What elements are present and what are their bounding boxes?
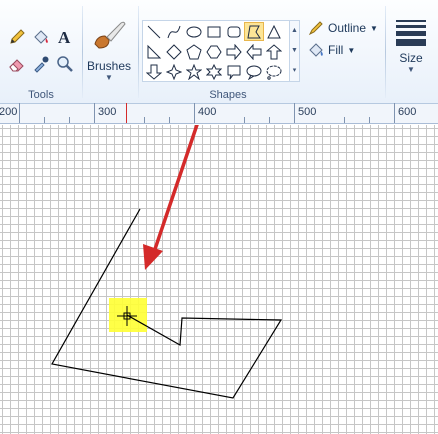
tools-group-label: Tools <box>28 89 54 101</box>
ruler-tick <box>144 117 145 123</box>
color-picker-icon[interactable] <box>30 53 52 75</box>
ruler-tick <box>19 103 20 123</box>
pencil-icon[interactable] <box>6 26 28 48</box>
svg-text:A: A <box>58 28 71 46</box>
fill-button[interactable]: Fill ▼ <box>308 40 355 60</box>
magnifier-icon[interactable] <box>54 53 76 75</box>
expand-gallery-icon[interactable]: ▾ <box>290 61 299 81</box>
pentagon-icon[interactable] <box>184 42 204 61</box>
curve-icon[interactable] <box>164 22 184 41</box>
ruler-label: 200 <box>0 106 18 118</box>
oval-callout-icon[interactable] <box>244 62 264 81</box>
ruler-tick <box>269 117 270 123</box>
chevron-down-icon: ▼ <box>105 73 113 82</box>
fill-label: Fill <box>328 43 344 57</box>
ruler-label: 600 <box>398 106 417 118</box>
ruler-tick <box>94 103 95 123</box>
ruler-label: 500 <box>298 106 317 118</box>
up-arrow-icon[interactable] <box>264 42 284 61</box>
fill-bucket-icon <box>309 43 323 57</box>
left-arrow-icon[interactable] <box>244 42 264 61</box>
rounded-rectangle-icon[interactable] <box>224 22 244 41</box>
ruler-tick <box>294 103 295 123</box>
right-arrow-icon[interactable] <box>224 42 244 61</box>
chevron-down-icon: ▼ <box>347 45 356 55</box>
oval-icon[interactable] <box>184 22 204 41</box>
hexagon-icon[interactable] <box>204 42 224 61</box>
five-point-star-icon[interactable] <box>184 62 204 81</box>
shapes-scrollbar[interactable]: ▲ ▼ ▾ <box>290 20 300 82</box>
line-icon[interactable] <box>144 22 164 41</box>
outline-label: Outline <box>328 21 367 35</box>
outline-button[interactable]: Outline ▼ <box>308 18 378 38</box>
brushes-label: Brushes <box>86 59 132 73</box>
tools-group: A Tools <box>0 0 82 104</box>
shapes-gallery <box>142 20 290 82</box>
brush-icon <box>94 21 126 49</box>
ruler-tick <box>244 117 245 123</box>
drawing-canvas[interactable] <box>0 125 438 434</box>
polygon-icon[interactable] <box>244 22 264 41</box>
separator <box>82 6 83 98</box>
chevron-down-icon: ▼ <box>370 23 378 33</box>
size-label: Size <box>399 51 423 65</box>
rectangle-icon[interactable] <box>204 22 224 41</box>
ruler-tick <box>369 117 370 123</box>
triangle-icon[interactable] <box>264 22 284 41</box>
ruler-tick <box>394 103 395 123</box>
ruler-tick <box>69 117 70 123</box>
canvas-drawing <box>51 125 283 399</box>
separator <box>385 6 386 98</box>
ruler-label: 400 <box>198 106 217 118</box>
down-arrow-icon[interactable] <box>144 62 164 81</box>
scroll-up-icon[interactable]: ▲ <box>290 21 299 41</box>
ruler-tick <box>169 117 170 123</box>
size-button[interactable]: Size ▼ <box>393 20 429 84</box>
fill-icon[interactable] <box>30 26 52 48</box>
shapes-group-label: Shapes <box>209 89 247 101</box>
ruler-tick <box>194 103 195 123</box>
horizontal-ruler: 200 300 400 500 600 <box>0 103 438 124</box>
annotation-arrow <box>143 125 199 270</box>
text-icon[interactable]: A <box>54 26 76 48</box>
four-point-star-icon[interactable] <box>164 62 184 81</box>
ruler-cursor-marker <box>126 103 127 123</box>
scroll-down-icon[interactable]: ▼ <box>290 41 299 61</box>
chevron-down-icon: ▼ <box>407 65 415 74</box>
polygon-shape <box>51 208 283 399</box>
ruler-tick <box>44 117 45 123</box>
eraser-icon[interactable] <box>6 53 28 75</box>
ruler-label: 300 <box>98 106 117 118</box>
outline-brush-icon <box>308 21 323 36</box>
right-triangle-icon[interactable] <box>144 42 164 61</box>
diamond-icon[interactable] <box>164 42 184 61</box>
six-point-star-icon[interactable] <box>204 62 224 81</box>
rounded-callout-icon[interactable] <box>224 62 244 81</box>
ribbon: A Tools Brushes ▼ Shapes ▲ ▼ ▾ Outline ▼… <box>0 0 438 104</box>
cloud-callout-icon[interactable] <box>264 62 284 81</box>
brushes-button[interactable]: Brushes ▼ <box>86 18 132 88</box>
ruler-tick <box>344 117 345 123</box>
line-width-icon <box>396 20 426 46</box>
